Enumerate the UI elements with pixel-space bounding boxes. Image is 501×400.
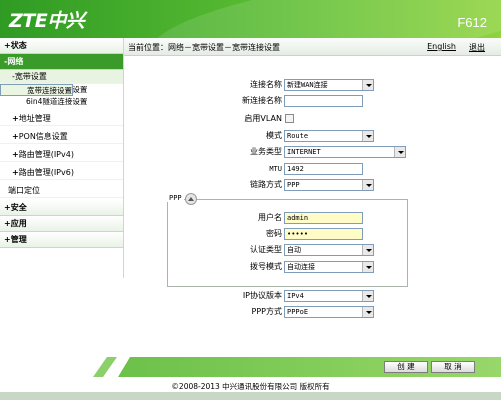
service-select[interactable]: INTERNET — [284, 146, 406, 158]
chevron-down-icon — [362, 80, 373, 90]
row-mtu: MTU 1492 — [0, 163, 501, 175]
pppmode-select[interactable]: PPPoE — [284, 306, 374, 318]
breadcrumb: 当前位置：网络－宽带设置－宽带连接设置 — [128, 43, 280, 52]
row-conn-name: 连接名称 新建WAN连接 — [0, 79, 501, 91]
chevron-down-icon — [362, 245, 373, 255]
pppmode-value: PPPoE — [287, 308, 309, 316]
chevron-down-icon — [362, 307, 373, 317]
create-button[interactable]: 创 建 — [384, 361, 428, 373]
new-conn-label: 新连接名称 — [242, 96, 282, 105]
conn-name-label: 连接名称 — [250, 80, 282, 89]
header-swoosh — [146, 0, 501, 38]
link-select[interactable]: PPP — [284, 179, 374, 191]
conn-name-value: 新建WAN连接 — [287, 81, 328, 89]
user-label: 用户名 — [258, 213, 282, 222]
dial-value: 自动连接 — [287, 263, 315, 271]
service-label: 业务类型 — [250, 147, 282, 156]
vlan-label: 启用VLAN — [244, 114, 282, 123]
dial-select[interactable]: 自动连接 — [284, 261, 374, 273]
row-service: 业务类型 INTERNET — [0, 146, 501, 158]
row-auth: 认证类型 自动 — [0, 244, 501, 256]
row-dial: 拨号模式 自动连接 — [0, 261, 501, 273]
new-conn-input[interactable] — [284, 95, 363, 107]
ipver-label: IP协议版本 — [242, 291, 282, 300]
chevron-down-icon — [362, 180, 373, 190]
collapse-icon[interactable] — [185, 193, 197, 205]
conn-name-select[interactable]: 新建WAN连接 — [284, 79, 374, 91]
row-vlan: 启用VLAN — [0, 113, 501, 125]
row-link: 链路方式 PPP — [0, 179, 501, 191]
language-link[interactable]: English — [427, 42, 456, 51]
ipver-select[interactable]: IPv4 — [284, 290, 374, 302]
vlan-checkbox[interactable] — [285, 114, 294, 123]
username-input[interactable]: admin — [284, 212, 363, 224]
auth-label: 认证类型 — [250, 245, 282, 254]
sidebar-item-status[interactable]: +状态 — [0, 38, 123, 54]
link-value: PPP — [287, 181, 300, 189]
header-banner: ZTE中兴 F612 — [0, 0, 501, 38]
mode-value: Route — [287, 132, 309, 140]
ppp-group-title: PPP — [167, 194, 184, 202]
mode-label: 模式 — [266, 131, 282, 140]
sidebar: +状态 -网络 -宽带设置 宽带连接设置 4in6隧道连接设置 6in4隧道连接… — [0, 38, 124, 278]
cancel-button[interactable]: 取 消 — [431, 361, 475, 373]
link-label: 链路方式 — [250, 180, 282, 189]
logout-link[interactable]: 退出 — [469, 42, 485, 53]
mtu-label: MTU — [269, 165, 282, 173]
row-ipver: IP协议版本 IPv4 — [0, 290, 501, 302]
row-new-conn: 新连接名称 — [0, 95, 501, 107]
row-mode: 模式 Route — [0, 130, 501, 142]
footer-stripe — [92, 357, 118, 377]
device-model: F612 — [457, 15, 487, 30]
pppmode-label: PPP方式 — [251, 307, 282, 316]
dial-label: 拨号模式 — [250, 262, 282, 271]
pass-label: 密码 — [266, 229, 282, 238]
mode-select[interactable]: Route — [284, 130, 374, 142]
row-pass: 密码 ••••• — [0, 228, 501, 240]
chevron-down-icon — [362, 131, 373, 141]
sidebar-item-label: 安全 — [10, 203, 27, 212]
sidebar-item-label: 网络 — [7, 57, 24, 66]
auth-select[interactable]: 自动 — [284, 244, 374, 256]
breadcrumb-bar: 当前位置：网络－宽带设置－宽带连接设置 English 退出 — [124, 38, 501, 56]
service-value: INTERNET — [287, 148, 321, 156]
chevron-down-icon — [362, 262, 373, 272]
chevron-down-icon — [394, 147, 405, 157]
bottom-bar — [0, 392, 501, 400]
sidebar-item-network[interactable]: -网络 — [0, 54, 123, 70]
auth-value: 自动 — [287, 246, 301, 254]
row-pppmode: PPP方式 PPPoE — [0, 306, 501, 318]
plus-icon: + — [4, 203, 11, 212]
row-user: 用户名 admin — [0, 212, 501, 224]
mtu-input[interactable]: 1492 — [284, 163, 363, 175]
ipver-value: IPv4 — [287, 292, 304, 300]
password-input[interactable]: ••••• — [284, 228, 363, 240]
chevron-down-icon — [362, 291, 373, 301]
zte-logo: ZTE中兴 — [9, 10, 85, 32]
copyright: ©2008-2013 中兴通讯股份有限公司 版权所有 — [171, 382, 330, 391]
sidebar-item-label: 状态 — [10, 41, 27, 50]
plus-icon: + — [4, 41, 11, 50]
